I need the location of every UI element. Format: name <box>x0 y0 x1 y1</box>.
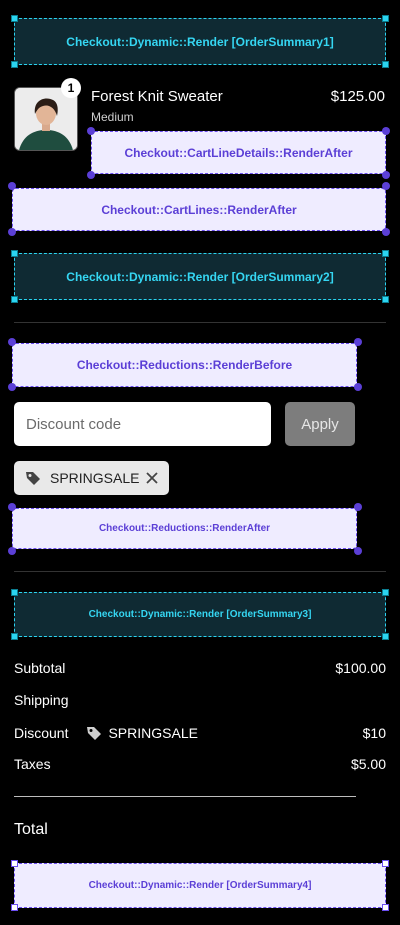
corner-handle <box>354 338 362 346</box>
corner-handle <box>354 547 362 555</box>
shipping-label: Shipping <box>14 692 69 708</box>
extension-target-order-summary-4: Checkout::Dynamic::Render [OrderSummary4… <box>14 863 386 908</box>
corner-handle <box>382 296 389 303</box>
applied-discount-code: SPRINGSALE <box>50 470 140 486</box>
corner-handle <box>8 383 16 391</box>
corner-handle <box>382 228 390 236</box>
corner-handle <box>382 15 389 22</box>
corner-handle <box>382 182 390 190</box>
corner-handle <box>382 589 389 596</box>
discount-code-input[interactable] <box>14 402 271 446</box>
corner-handle <box>382 127 390 135</box>
discount-value: $10 <box>362 725 386 741</box>
corner-handle <box>382 633 389 640</box>
corner-handle <box>11 860 18 867</box>
corner-handle <box>8 338 16 346</box>
extension-target-order-summary-1: Checkout::Dynamic::Render [OrderSummary1… <box>14 18 386 65</box>
corner-handle <box>382 904 389 911</box>
corner-handle <box>11 296 18 303</box>
corner-handle <box>8 228 16 236</box>
corner-handle <box>11 15 18 22</box>
taxes-value: $5.00 <box>350 756 386 772</box>
apply-button[interactable]: Apply <box>285 402 355 446</box>
tag-icon <box>85 724 103 742</box>
subtotal-value: $100.00 <box>335 660 386 676</box>
corner-handle <box>354 383 362 391</box>
product-price: $125.00 <box>330 88 385 105</box>
total-divider <box>14 796 356 797</box>
discount-label-group: Discount SPRINGSALE <box>14 724 198 742</box>
section-divider <box>14 571 386 572</box>
corner-handle <box>382 61 389 68</box>
corner-handle <box>11 904 18 911</box>
taxes-label: Taxes <box>14 756 51 772</box>
corner-handle <box>8 503 16 511</box>
total-label: Total <box>14 821 48 838</box>
discount-code: SPRINGSALE <box>108 725 198 741</box>
corner-handle <box>382 250 389 257</box>
extension-target-cart-line-details-after: Checkout::CartLineDetails::RenderAfter <box>91 131 386 174</box>
extension-target-cart-lines-after: Checkout::CartLines::RenderAfter <box>12 188 386 231</box>
extension-target-order-summary-3: Checkout::Dynamic::Render [OrderSummary3… <box>14 592 386 637</box>
corner-handle <box>382 860 389 867</box>
taxes-row: Taxes $5.00 <box>14 756 386 772</box>
shipping-row: Shipping <box>14 692 386 708</box>
corner-handle <box>11 589 18 596</box>
subtotal-row: Subtotal $100.00 <box>14 660 386 676</box>
close-icon[interactable] <box>145 471 159 485</box>
product-variant: Medium <box>91 110 134 124</box>
discount-label: Discount <box>14 725 69 741</box>
extension-target-order-summary-2: Checkout::Dynamic::Render [OrderSummary2… <box>14 253 386 300</box>
corner-handle <box>11 61 18 68</box>
corner-handle <box>354 503 362 511</box>
applied-discount-chip: SPRINGSALE <box>14 461 169 495</box>
corner-handle <box>382 171 390 179</box>
corner-handle <box>8 182 16 190</box>
extension-target-reductions-before: Checkout::Reductions::RenderBefore <box>12 343 357 387</box>
tag-icon <box>24 469 42 487</box>
corner-handle <box>11 250 18 257</box>
subtotal-label: Subtotal <box>14 660 66 676</box>
corner-handle <box>8 547 16 555</box>
corner-handle <box>11 633 18 640</box>
quantity-badge: 1 <box>61 78 81 98</box>
product-name: Forest Knit Sweater <box>91 88 223 105</box>
corner-handle <box>87 171 95 179</box>
discount-row: Discount SPRINGSALE $10 <box>14 724 386 742</box>
section-divider <box>14 322 386 323</box>
corner-handle <box>87 127 95 135</box>
extension-target-reductions-after: Checkout::Reductions::RenderAfter <box>12 508 357 549</box>
